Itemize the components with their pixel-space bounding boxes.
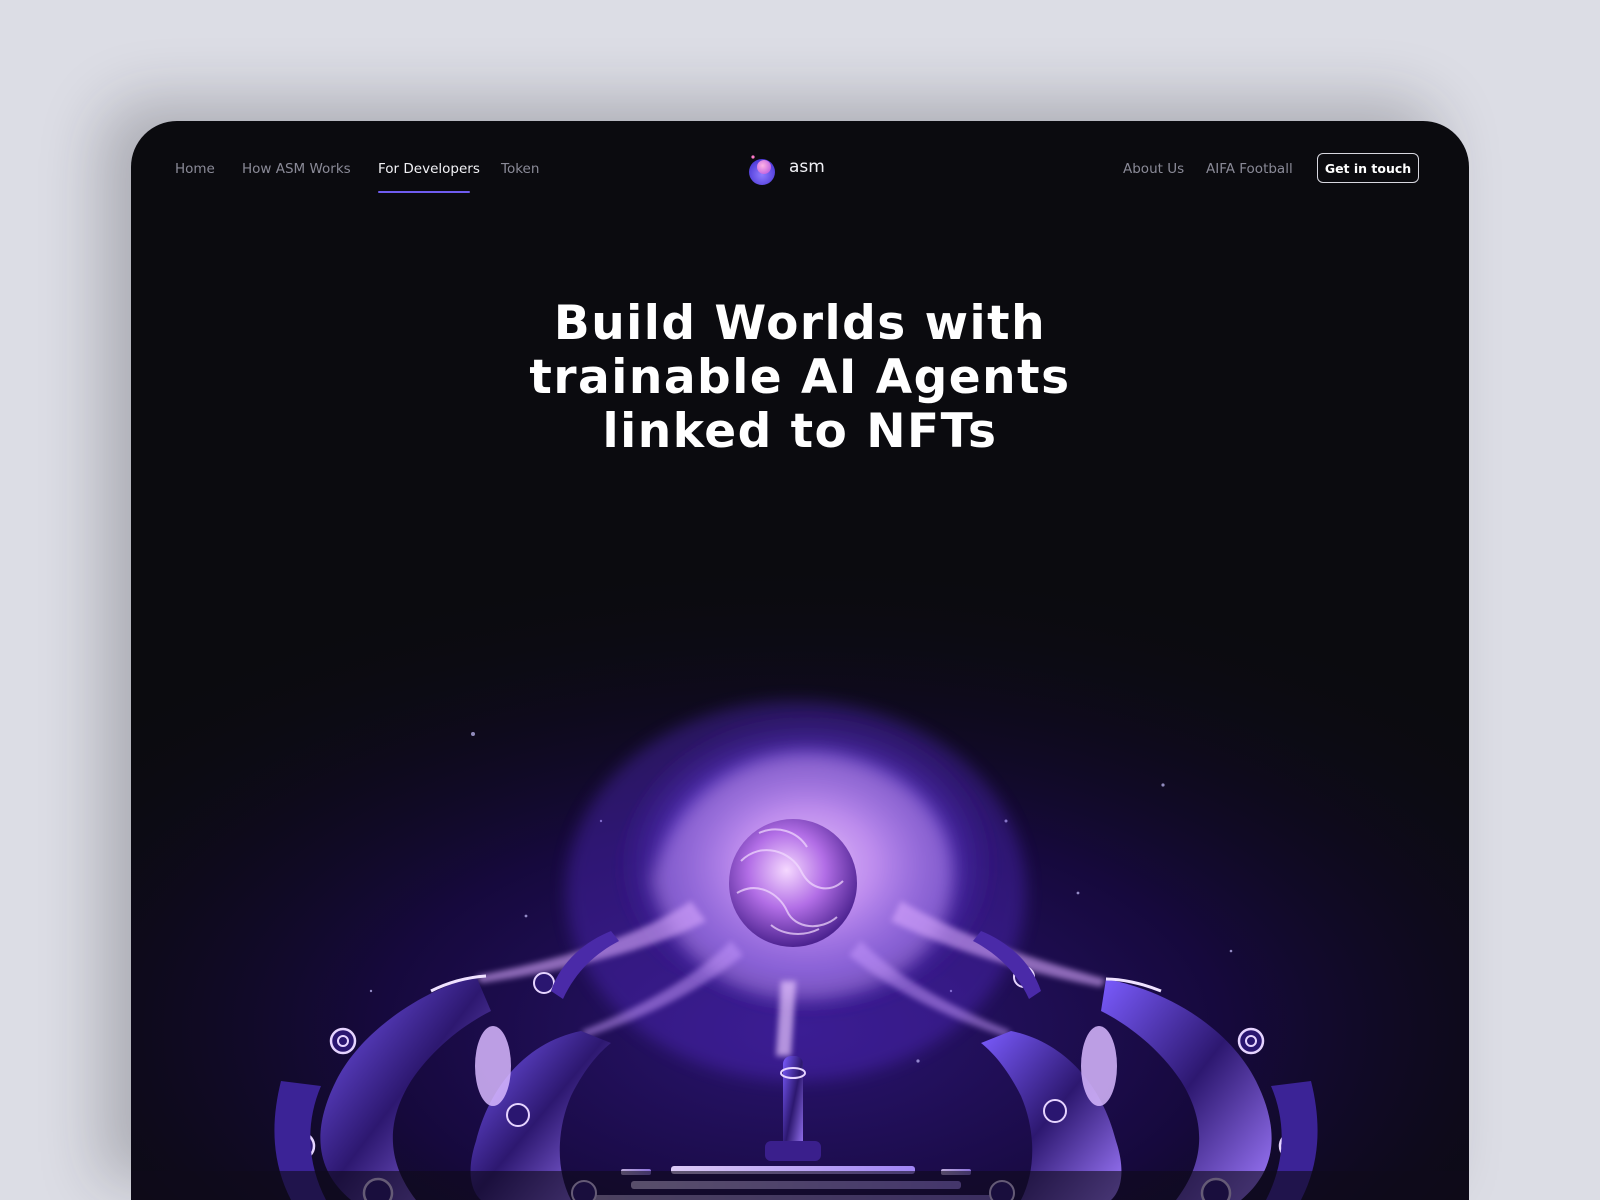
brand-logo[interactable]: asm [747, 153, 847, 185]
nav-token-link[interactable]: Token [501, 161, 539, 177]
get-in-touch-button[interactable]: Get in touch [1317, 153, 1419, 183]
hero-robot-arms-illustration [131, 521, 1469, 1200]
hero-title-line-3: linked to NFTs [602, 404, 998, 459]
asm-orb-logo-icon [749, 155, 775, 185]
logo-wordmark: asm [789, 157, 825, 177]
browser-frame: Home How ASM Works For Developers Token [131, 121, 1469, 1200]
active-tab-indicator [378, 191, 470, 193]
top-navigation: Home How ASM Works For Developers Token [131, 121, 1469, 221]
nav-about-us-link[interactable]: About Us [1123, 161, 1184, 177]
nav-for-developers-link[interactable]: For Developers [378, 161, 480, 177]
nav-home-link[interactable]: Home [175, 161, 215, 177]
hero-title-line-2: trainable AI Agents [529, 350, 1071, 405]
nav-how-asm-works-link[interactable]: How ASM Works [242, 161, 351, 177]
hero-title-line-1: Build Worlds with [553, 296, 1047, 351]
nav-aifa-football-link[interactable]: AIFA Football [1206, 161, 1293, 177]
hero-title: Build Worlds with trainable AI Agents li… [371, 297, 1229, 459]
